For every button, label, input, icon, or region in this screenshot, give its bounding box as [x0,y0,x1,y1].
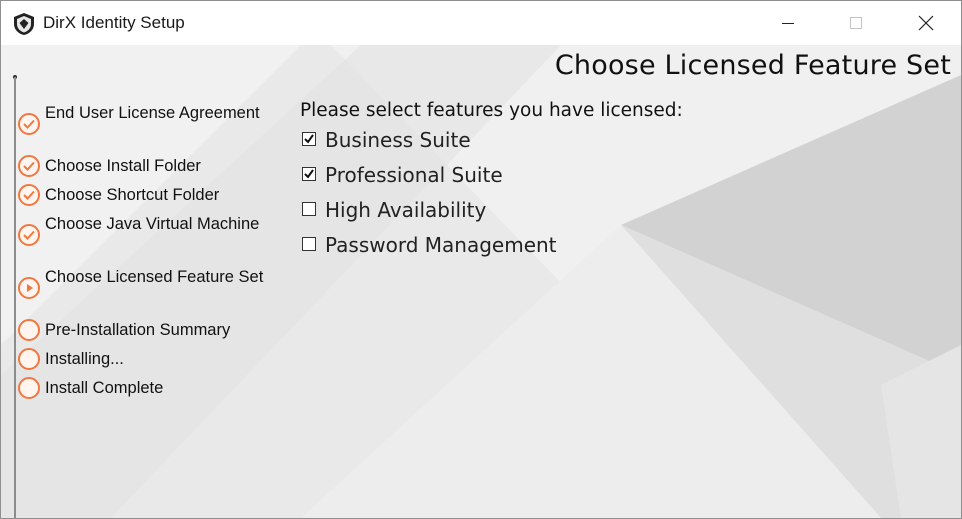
play-circle-icon [18,277,40,299]
shield-app-icon [14,13,34,35]
step-label: Choose Licensed Feature Set [45,268,264,286]
empty-circle-icon [18,319,40,341]
step-label: Pre-Installation Summary [45,321,231,339]
step-label: Installing... [45,350,124,368]
check-circle-icon [18,184,40,206]
feature-prompt: Please select features you have licensed… [300,100,683,121]
checkbox-business-suite[interactable] [302,132,316,146]
check-circle-icon [18,155,40,177]
page-title: Choose Licensed Feature Set [554,50,951,81]
checkmark-icon [304,169,314,179]
checkbox-professional-suite[interactable] [302,167,316,181]
minimize-icon [782,23,794,24]
step-label: End User License Agreement [45,104,260,122]
step-label: Choose Shortcut Folder [45,186,220,204]
feature-label: High Availability [325,198,487,222]
maximize-icon [850,17,862,29]
close-icon [918,15,934,31]
checkbox-password-management[interactable] [302,237,316,251]
maximize-button[interactable] [833,1,879,45]
title-bar[interactable]: DirX Identity Setup [1,1,961,45]
empty-circle-icon [18,377,40,399]
minimize-button[interactable] [765,1,811,45]
checkmark-icon [304,134,314,144]
window-title: DirX Identity Setup [43,13,185,32]
installer-content: Choose Licensed Feature Set End User Lic… [1,45,961,518]
check-circle-icon [18,113,40,135]
installer-window: DirX Identity Setup Choose Licensed Feat… [0,0,962,519]
empty-circle-icon [18,348,40,370]
step-label: Install Complete [45,379,164,397]
close-button[interactable] [903,1,949,45]
feature-label: Professional Suite [325,163,503,187]
progress-line [14,77,16,518]
checkbox-high-availability[interactable] [302,202,316,216]
step-label: Choose Java Virtual Machine [45,215,260,233]
step-label: Choose Install Folder [45,157,201,175]
feature-label: Password Management [325,233,557,257]
check-circle-icon [18,224,40,246]
feature-label: Business Suite [325,128,471,152]
